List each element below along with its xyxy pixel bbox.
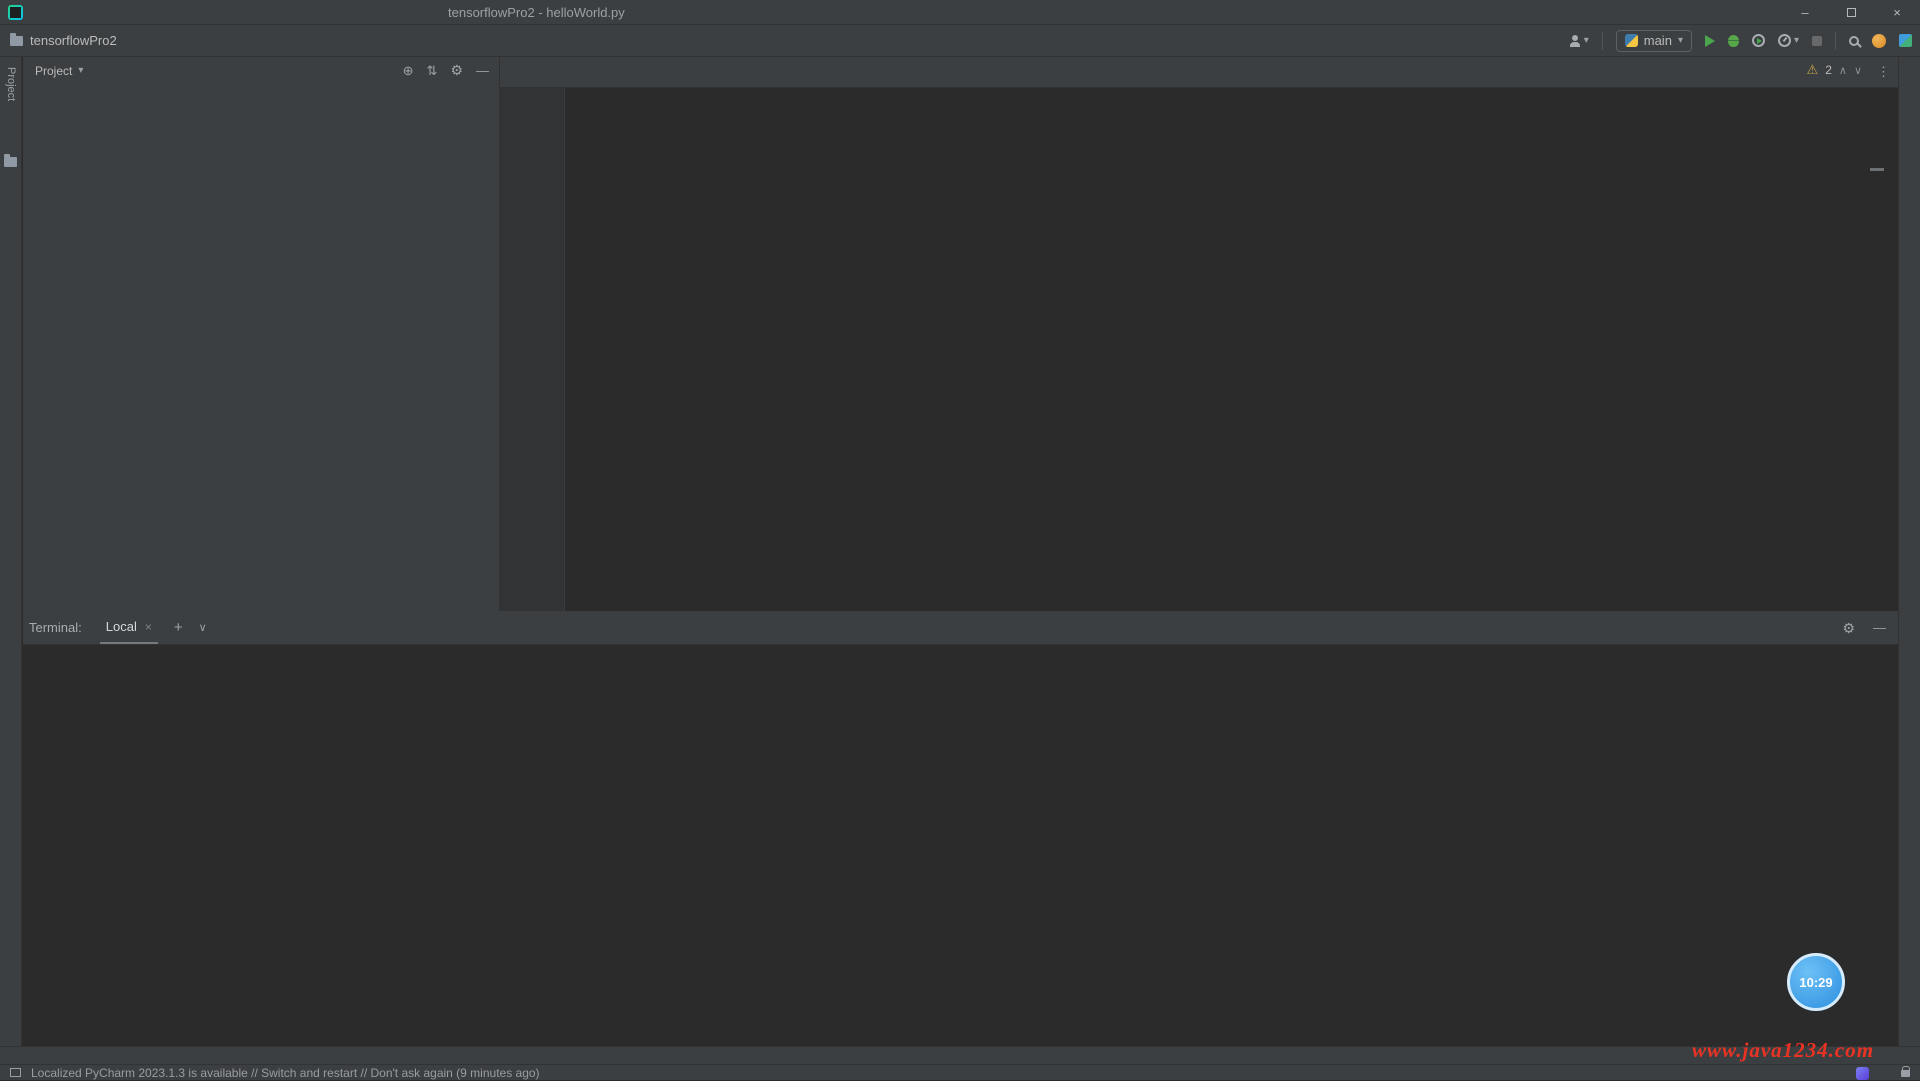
sdk-selector[interactable]: ▾ [1569, 35, 1589, 47]
window-controls: – × [1782, 0, 1920, 25]
pycharm-logo-icon [8, 5, 23, 20]
editor-tab-bar [500, 57, 1898, 88]
terminal-header-actions: ⚙ — [1842, 611, 1886, 644]
toolbar-actions: ▾ main ▾ ▾ [1569, 25, 1912, 56]
user-icon [1569, 35, 1581, 47]
debug-button[interactable] [1728, 35, 1739, 47]
new-terminal-button[interactable]: + [174, 619, 183, 636]
status-bar-right [1856, 1065, 1910, 1081]
toolbar-divider [1835, 32, 1836, 50]
run-config-selector[interactable]: main ▾ [1616, 30, 1692, 52]
hide-terminal-button[interactable]: — [1873, 620, 1886, 635]
close-button[interactable]: × [1874, 0, 1920, 25]
title-bar: tensorflowPro2 - helloWorld.py – × [0, 0, 1920, 25]
breadcrumb-project-name: tensorflowPro2 [30, 33, 117, 48]
run-config-name: main [1644, 33, 1672, 48]
editor-gutter [500, 88, 565, 611]
profiler-button[interactable]: ▾ [1778, 34, 1799, 47]
project-panel-title[interactable]: Project [35, 64, 72, 78]
next-problem-icon[interactable]: ∨ [1854, 64, 1862, 77]
terminal-tab-local[interactable]: Local × [100, 611, 158, 644]
terminal-settings-button[interactable]: ⚙ [1842, 621, 1855, 635]
minimize-button[interactable]: – [1782, 0, 1828, 25]
event-icon[interactable] [10, 1068, 21, 1077]
code-with-me-button[interactable] [1872, 34, 1886, 48]
lock-icon[interactable] [1901, 1070, 1910, 1077]
terminal-output[interactable] [23, 645, 1898, 1046]
inspection-widget[interactable]: ⚠ 2 ∧ ∨ [1807, 62, 1862, 78]
project-panel-header: Project ▾ ⊕ ⇅ ⚙ — [23, 57, 499, 84]
stop-button[interactable] [1812, 36, 1822, 46]
terminal-label: Terminal: [29, 620, 82, 635]
learn-ide-button[interactable] [1899, 34, 1912, 47]
tab-options-icon[interactable]: ⋮ [1877, 64, 1890, 80]
profiler-icon [1778, 34, 1791, 47]
terminal-dropdown-icon[interactable]: ∨ [199, 621, 207, 634]
main-toolbar: tensorflowPro2 ▾ main ▾ ▾ [0, 25, 1920, 57]
run-button[interactable] [1705, 35, 1715, 47]
right-tool-stripe [1898, 57, 1920, 1046]
locate-file-button[interactable]: ⊕ [403, 63, 414, 79]
status-message[interactable]: Localized PyCharm 2023.1.3 is available … [31, 1066, 540, 1080]
run-with-coverage-button[interactable] [1752, 34, 1765, 47]
recording-timer-badge[interactable]: 10:29 [1787, 953, 1845, 1011]
left-tool-stripe: Project [0, 57, 22, 1046]
status-bar: Localized PyCharm 2023.1.3 is available … [0, 1064, 1920, 1080]
toolbar-divider [1602, 32, 1603, 50]
hide-panel-button[interactable]: — [476, 63, 489, 79]
warning-icon: ⚠ [1807, 62, 1819, 78]
options-gear-button[interactable]: ⚙ [450, 63, 463, 79]
window-title: tensorflowPro2 - helloWorld.py [448, 0, 625, 25]
search-everywhere-button[interactable] [1849, 36, 1859, 46]
chevron-down-icon[interactable]: ▾ [78, 65, 83, 76]
scrollbar-warning-mark [1870, 168, 1884, 171]
terminal-header: Terminal: Local × + ∨ ⚙ — [23, 611, 1898, 645]
expand-collapse-button[interactable]: ⇅ [427, 63, 438, 79]
maximize-button[interactable] [1828, 0, 1874, 25]
terminal-tool-window: Terminal: Local × + ∨ ⚙ — [23, 611, 1898, 1046]
chevron-down-icon: ▾ [1678, 35, 1683, 46]
terminal-tab-label: Local [106, 619, 137, 634]
folder-icon [4, 157, 17, 167]
project-tool-window: Project ▾ ⊕ ⇅ ⚙ — [23, 57, 500, 611]
project-panel-actions: ⊕ ⇅ ⚙ — [403, 63, 489, 79]
editor-area: ⋮ ⚠ 2 ∧ ∨ [500, 57, 1898, 611]
chevron-down-icon: ▾ [1794, 35, 1799, 46]
warning-count: 2 [1825, 63, 1832, 77]
close-icon[interactable]: × [145, 620, 152, 634]
plugin-update-icon[interactable] [1856, 1067, 1869, 1080]
prev-problem-icon[interactable]: ∧ [1839, 64, 1847, 77]
python-icon [1625, 34, 1638, 47]
watermark: www.java1234.com [1692, 1038, 1874, 1063]
chevron-down-icon: ▾ [1584, 35, 1589, 46]
folder-icon [10, 36, 23, 46]
maximize-icon [1847, 8, 1856, 17]
project-stripe-button[interactable]: Project [5, 67, 17, 101]
tool-window-bar [0, 1046, 1920, 1064]
project-breadcrumb[interactable]: tensorflowPro2 [10, 33, 117, 48]
